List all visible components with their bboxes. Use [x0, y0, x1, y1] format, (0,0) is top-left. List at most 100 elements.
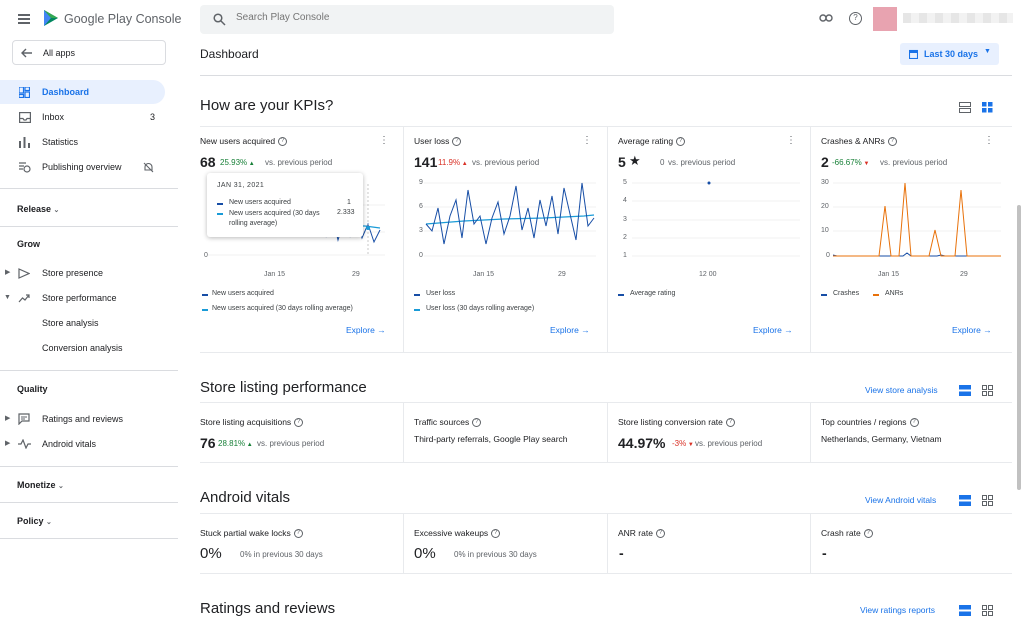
list-view-icon[interactable] — [959, 495, 971, 506]
sidebar-item-statistics[interactable]: Statistics — [0, 130, 165, 154]
collapse-arrow-icon[interactable]: ▼ — [4, 286, 11, 310]
legend-swatch — [873, 294, 879, 296]
sidebar-item-store-presence[interactable]: ▶ Store presence — [0, 261, 165, 285]
menu-icon[interactable] — [18, 14, 30, 24]
chevron-down-icon: ⌄ — [53, 207, 60, 214]
help-icon[interactable]: ? — [491, 529, 501, 539]
grid-view-icon[interactable] — [982, 102, 993, 113]
metric-title: Store listing conversion rate? — [618, 417, 735, 428]
list-view-icon[interactable] — [959, 102, 971, 113]
help-icon[interactable]: ? — [655, 529, 665, 539]
explore-link[interactable]: Explore → — [346, 325, 386, 335]
help-icon[interactable]: ? — [294, 418, 304, 428]
scrollbar-thumb[interactable] — [1017, 205, 1021, 490]
grid-view-icon[interactable] — [982, 385, 993, 396]
sidebar-item-store-analysis[interactable]: Store analysis — [0, 311, 165, 335]
help-icon[interactable]: ? — [849, 12, 862, 25]
kpi-title: User loss? — [414, 136, 462, 147]
y-tick: 6 — [419, 203, 423, 210]
back-arrow-icon — [21, 48, 32, 58]
metric-vs: vs. previous period — [257, 439, 325, 448]
metric-delta: 28.81% ▲ — [218, 439, 253, 448]
kpi-title-text: User loss — [414, 136, 450, 146]
all-apps-button[interactable]: All apps — [12, 40, 166, 65]
help-icon[interactable]: ? — [278, 137, 288, 147]
explore-link[interactable]: Explore → — [952, 325, 992, 335]
sidebar-section-monetize[interactable]: Monetize ⌄ — [17, 480, 64, 490]
list-view-icon[interactable] — [959, 385, 971, 396]
metric-title: ANR rate? — [618, 528, 665, 539]
kpi-value: 5 — [618, 154, 626, 170]
help-icon[interactable]: ? — [909, 418, 919, 428]
metric-value: - — [619, 545, 624, 561]
view-ratings-reports-link[interactable]: View ratings reports — [860, 605, 935, 615]
help-icon[interactable]: ? — [472, 418, 482, 428]
y-tick: 20 — [821, 203, 829, 210]
list-view-icon[interactable] — [959, 605, 971, 616]
calendar-icon — [909, 49, 918, 59]
more-options-icon[interactable]: ⋮ — [786, 135, 796, 146]
y-tick: 4 — [623, 197, 627, 204]
view-android-vitals-link[interactable]: View Android vitals — [865, 495, 936, 505]
kpi-delta: -66.67% ▼ — [832, 158, 869, 167]
sidebar-item-label: Conversion analysis — [42, 343, 123, 353]
sidebar-item-dashboard[interactable]: Dashboard — [0, 80, 165, 104]
help-icon[interactable]: ? — [293, 529, 303, 539]
sidebar: All apps Dashboard Inbox 3 Statistics Pu… — [0, 40, 178, 624]
more-options-icon[interactable]: ⋮ — [984, 135, 994, 146]
expand-arrow-icon[interactable]: ▶ — [5, 407, 10, 431]
app-title[interactable]: Google Play Console — [64, 12, 181, 26]
sidebar-item-store-performance[interactable]: ▼ Store performance — [0, 286, 165, 310]
help-icon[interactable]: ? — [887, 137, 897, 147]
sidebar-item-label: Dashboard — [42, 87, 90, 97]
link-icon[interactable] — [819, 13, 833, 23]
sidebar-item-ratings-reviews[interactable]: ▶ Ratings and reviews — [0, 407, 165, 431]
grid-view-icon[interactable] — [982, 495, 993, 506]
sidebar-section-release[interactable]: Release ⌄ — [17, 204, 59, 214]
sidebar-item-label: Android vitals — [42, 439, 97, 449]
sidebar-item-android-vitals[interactable]: ▶ Android vitals — [0, 432, 165, 456]
explore-link[interactable]: Explore → — [753, 325, 793, 335]
explore-link[interactable]: Explore → — [550, 325, 590, 335]
legend-swatch — [618, 294, 624, 296]
y-tick: 0 — [826, 252, 830, 259]
legend-label: Crashes — [833, 290, 860, 297]
account-avatar[interactable] — [873, 7, 897, 31]
sidebar-section-policy[interactable]: Policy ⌄ — [17, 516, 52, 526]
reviews-icon — [18, 413, 30, 425]
metric-top-countries: Top countries / regions? Netherlands, Ge… — [821, 402, 1011, 462]
help-icon[interactable]: ? — [863, 529, 873, 539]
expand-arrow-icon[interactable]: ▶ — [5, 261, 10, 285]
metric-text: Netherlands, Germany, Vietnam — [821, 434, 942, 444]
dashboard-icon — [19, 87, 30, 98]
sidebar-item-publishing-overview[interactable]: Publishing overview — [0, 155, 165, 179]
publishing-clock-icon — [19, 162, 31, 173]
date-range-button[interactable]: Last 30 days ▼ — [900, 43, 999, 65]
kpi-value: 68 — [200, 154, 216, 170]
metric-title-text: Traffic sources — [414, 417, 470, 427]
help-icon[interactable]: ? — [725, 418, 735, 428]
inbox-count-badge: 3 — [150, 112, 156, 122]
explore-label: Explore — [952, 325, 981, 335]
view-store-analysis-link[interactable]: View store analysis — [865, 385, 938, 395]
search-bar[interactable] — [200, 5, 614, 34]
sidebar-item-conversion-analysis[interactable]: Conversion analysis — [0, 336, 165, 360]
help-icon[interactable]: ? — [452, 137, 462, 147]
expand-arrow-icon[interactable]: ▶ — [5, 432, 10, 456]
metric-delta: -3% ▼ — [672, 439, 694, 448]
chevron-down-icon: ⌄ — [58, 483, 64, 490]
sidebar-item-label: Inbox — [42, 112, 65, 122]
help-icon[interactable]: ? — [676, 137, 686, 147]
kpi-title-text: Average rating — [618, 136, 674, 146]
search-input[interactable] — [236, 12, 596, 23]
tooltip-date: JAN 31, 2021 — [217, 182, 265, 189]
more-options-icon[interactable]: ⋮ — [379, 135, 389, 146]
inbox-icon — [19, 112, 31, 123]
grid-view-icon[interactable] — [982, 605, 993, 616]
metric-value: 0% — [200, 545, 222, 562]
sidebar-item-inbox[interactable]: Inbox 3 — [0, 105, 165, 129]
metric-note: 0% in previous 30 days — [454, 550, 537, 559]
kpi-title-text: New users acquired — [200, 136, 276, 146]
x-tick: 29 — [352, 271, 360, 278]
more-options-icon[interactable]: ⋮ — [582, 135, 592, 146]
